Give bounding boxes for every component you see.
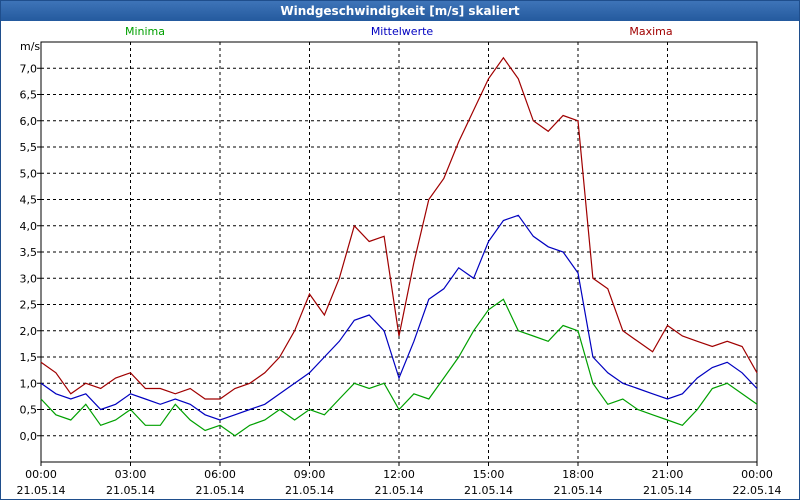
x-tick-date-label: 21.05.14 (375, 484, 424, 497)
y-tick-label: 1,5 (20, 351, 38, 364)
legend-mittelwerte: Mittelwerte (371, 25, 434, 38)
x-tick-time-label: 09:00 (294, 468, 326, 481)
x-tick-date-label: 21.05.14 (196, 484, 245, 497)
axes (37, 41, 758, 466)
y-tick-label: 3,0 (20, 272, 38, 285)
y-tick-label: 7,0 (20, 62, 38, 75)
x-tick-time-label: 00:00 (741, 468, 773, 481)
x-tick-date-label: 21.05.14 (106, 484, 155, 497)
x-tick-date-label: 21.05.14 (554, 484, 603, 497)
y-axis-unit: m/s (20, 40, 40, 53)
y-tick-label: 6,0 (20, 115, 38, 128)
x-tick-time-label: 00:00 (25, 468, 57, 481)
x-tick-time-label: 18:00 (562, 468, 594, 481)
y-tick-label: 5,5 (20, 141, 38, 154)
y-tick-label: 0,0 (20, 430, 38, 443)
x-tick-time-label: 03:00 (115, 468, 147, 481)
x-tick-date-label: 22.05.14 (733, 484, 782, 497)
y-tick-label: 4,0 (20, 220, 38, 233)
y-tick-label: 5,0 (20, 167, 38, 180)
y-tick-label: 2,0 (20, 325, 38, 338)
x-tick-time-label: 21:00 (652, 468, 684, 481)
y-tick-label: 2,5 (20, 299, 38, 312)
y-tick-label: 6,5 (20, 89, 38, 102)
legend-maxima: Maxima (629, 25, 672, 38)
y-tick-label: 3,5 (20, 246, 38, 259)
legend-minima: Minima (125, 25, 165, 38)
grid (41, 42, 757, 462)
x-tick-date-label: 21.05.14 (643, 484, 692, 497)
chart-svg: 0,0 0,5 1,0 1,5 2,0 2,5 3,0 3,5 4,0 4,5 5,0 5,5 6,0 6… (17, 25, 782, 497)
y-tick-label: 0,5 (20, 404, 38, 417)
y-tick-label: 1,0 (20, 377, 38, 390)
x-tick-time-label: 12:00 (383, 468, 415, 481)
x-tick-time-label: 15:00 (473, 468, 505, 481)
x-tick-date-label: 21.05.14 (285, 484, 334, 497)
x-tick-date-label: 21.05.14 (464, 484, 513, 497)
x-tick-time-label: 06:00 (204, 468, 236, 481)
x-tick-date-label: 21.05.14 (17, 484, 66, 497)
y-tick-label: 4,5 (20, 194, 38, 207)
